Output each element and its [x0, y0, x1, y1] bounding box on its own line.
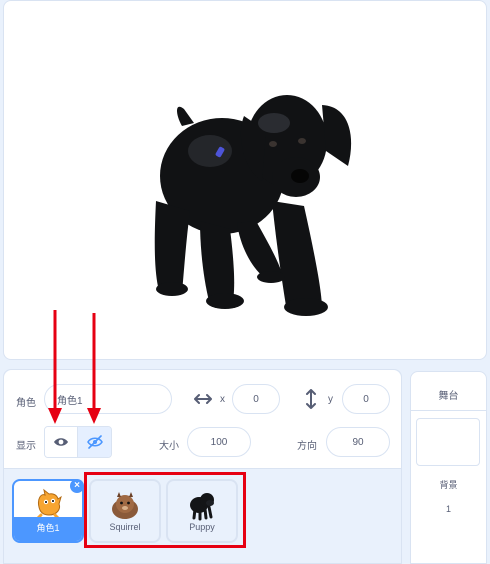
- show-label: 显示: [16, 441, 36, 452]
- x-value: 0: [253, 393, 259, 405]
- y-arrows-icon: [306, 389, 316, 409]
- direction-value: 90: [352, 436, 364, 448]
- sprite-name: 角色1: [36, 523, 60, 533]
- scratch-cat-icon: [14, 487, 82, 521]
- x-arrows-icon: [194, 394, 212, 404]
- sprite-name-value: 角色1: [57, 395, 83, 407]
- backdrop-count: 1: [445, 504, 451, 514]
- y-value: 0: [363, 393, 369, 405]
- divider: [411, 410, 486, 411]
- delete-sprite-button[interactable]: ×: [70, 479, 84, 493]
- backdrop-label: 背景: [439, 480, 458, 490]
- annotation-highlight-box: [84, 472, 246, 548]
- size-input[interactable]: 100: [187, 427, 251, 457]
- eye-icon: [54, 438, 68, 446]
- x-input[interactable]: 0: [232, 384, 280, 414]
- puppy-sprite-image[interactable]: [4, 1, 487, 360]
- eye-slash-icon: [86, 435, 103, 449]
- hide-sprite-button[interactable]: [78, 427, 111, 457]
- y-label: y: [328, 394, 333, 405]
- sprite-tile-cat[interactable]: 角色1 ×: [12, 479, 84, 543]
- direction-input[interactable]: 90: [326, 427, 390, 457]
- stage-title: 舞台: [438, 391, 459, 402]
- stage-canvas[interactable]: [3, 0, 487, 360]
- y-input[interactable]: 0: [342, 384, 390, 414]
- sprite-name-input[interactable]: 角色1: [44, 384, 172, 414]
- sprite-name-label: 角色: [16, 398, 36, 409]
- sprite-info-panel: 角色 角色1 x 0 y 0 显示 大小 100 方向 90: [4, 370, 401, 469]
- stage-selector-pane[interactable]: 舞台 背景 1: [410, 371, 487, 564]
- backdrop-thumbnail[interactable]: [416, 418, 480, 466]
- size-value: 100: [210, 436, 228, 448]
- direction-label: 方向: [297, 441, 317, 452]
- x-label: x: [220, 394, 225, 405]
- show-sprite-button[interactable]: [45, 427, 79, 457]
- visibility-toggle: [44, 426, 112, 458]
- size-label: 大小: [159, 441, 179, 452]
